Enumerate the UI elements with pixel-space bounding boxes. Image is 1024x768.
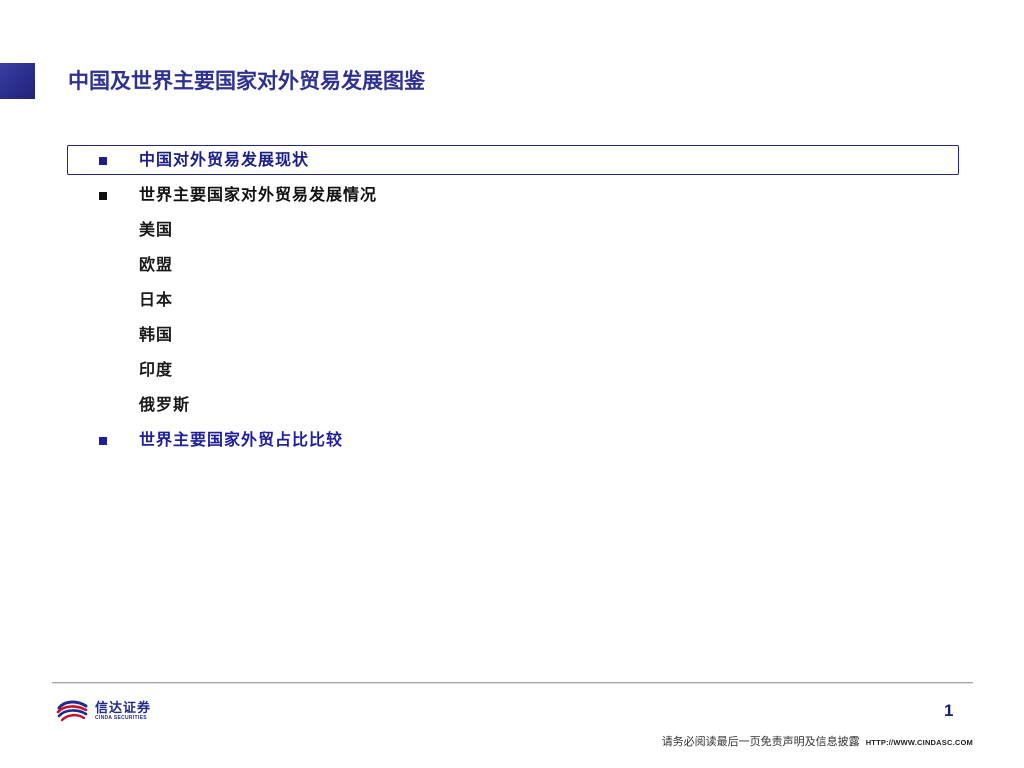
agenda-subitem-label: 美国 [139,222,174,239]
agenda-subitem-usa: 美国 [0,213,1024,248]
agenda-subitem-label: 俄罗斯 [139,397,191,414]
agenda-item-label: 中国对外贸易发展现状 [139,152,310,169]
company-logo: 信达证券 CINDA SECURITIES [56,698,166,724]
agenda-subitem-russia: 俄罗斯 [0,388,1024,423]
agenda-subitem-eu: 欧盟 [0,248,1024,283]
agenda-subitem-japan: 日本 [0,283,1024,318]
bullet-square-icon [99,192,107,200]
agenda-subitem-india: 印度 [0,353,1024,388]
footer-text: 请务必阅读最后一页免责声明及信息披露 HTTP://WWW.CINDASC.COM [662,733,973,749]
agenda-item-label: 世界主要国家外贸占比比较 [139,432,344,449]
agenda-item-china-trade-status: 中国对外贸易发展现状 [0,143,1024,178]
logo-name-english: CINDA SECURITIES [95,715,147,721]
corner-accent-block [0,63,35,99]
logo-name-chinese: 信达证券 [95,700,152,715]
slide-title: 中国及世界主要国家对外贸易发展图鉴 [68,70,425,93]
agenda-subitem-label: 日本 [139,292,174,309]
agenda-subitem-label: 韩国 [139,327,174,344]
page-number: 1 [944,701,954,720]
bullet-square-icon [99,437,107,445]
agenda-subitem-korea: 韩国 [0,318,1024,353]
agenda-subitem-label: 印度 [139,362,174,379]
footer-divider [52,682,973,684]
agenda-item-world-trade-development: 世界主要国家对外贸易发展情况 [0,178,1024,213]
bullet-square-icon [99,157,107,165]
website-url: HTTP://WWW.CINDASC.COM [865,738,973,747]
agenda-subitem-label: 欧盟 [139,257,174,274]
agenda-item-label: 世界主要国家对外贸易发展情况 [139,187,378,204]
agenda-item-trade-share-comparison: 世界主要国家外贸占比比较 [0,423,1024,458]
cinda-wave-logo-icon [56,700,88,722]
disclaimer-note: 请务必阅读最后一页免责声明及信息披露 [661,736,860,748]
agenda-list: 中国对外贸易发展现状 世界主要国家对外贸易发展情况 美国 欧盟 日本 韩国 印度… [0,143,1024,458]
